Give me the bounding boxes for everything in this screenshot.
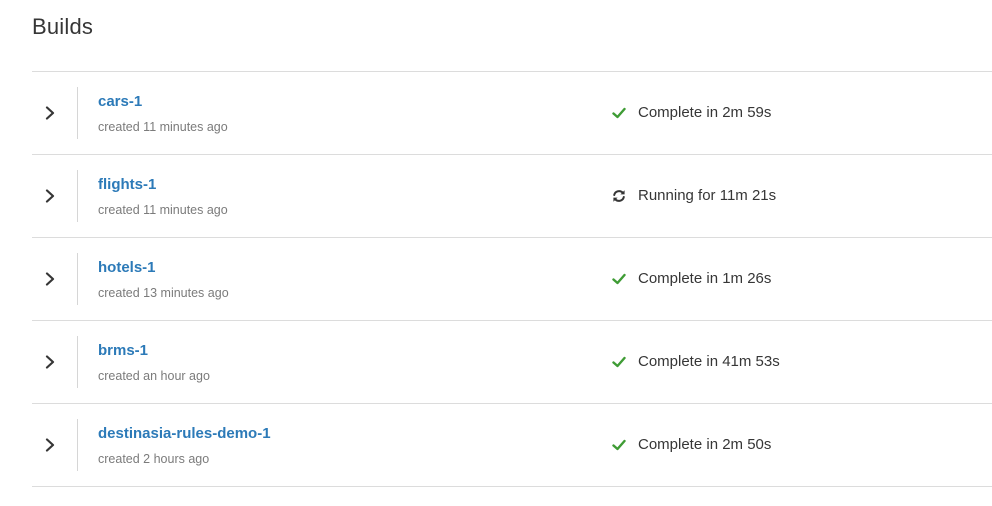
build-status: Complete in 1m 26s (611, 270, 771, 287)
build-row: hotels-1 created 13 minutes ago Complete… (32, 238, 992, 321)
build-status: Running for 11m 21s (611, 187, 776, 204)
build-row: destinasia-rules-demo-1 created 2 hours … (32, 404, 992, 487)
row-divider (77, 419, 78, 471)
page-title: Builds (32, 14, 94, 39)
build-list: cars-1 created 11 minutes ago Complete i… (32, 71, 992, 487)
build-created-time: created an hour ago (98, 369, 210, 383)
build-created-time: created 11 minutes ago (98, 203, 228, 217)
build-status-text: Complete in 1m 26s (638, 270, 772, 287)
chevron-right-icon[interactable] (40, 432, 60, 458)
build-created-time: created 13 minutes ago (98, 286, 229, 300)
build-created-time: created 11 minutes ago (98, 120, 228, 134)
build-status-text: Complete in 2m 59s (638, 104, 772, 121)
build-name-link[interactable]: flights-1 (98, 176, 156, 193)
row-divider (77, 87, 78, 139)
build-name-link[interactable]: destinasia-rules-demo-1 (98, 425, 271, 442)
check-icon (611, 437, 627, 453)
build-row: flights-1 created 11 minutes ago Running… (32, 155, 992, 238)
chevron-right-icon[interactable] (40, 100, 60, 126)
build-status: Complete in 2m 50s (611, 436, 771, 453)
build-name-link[interactable]: hotels-1 (98, 259, 156, 276)
build-status-text: Complete in 41m 53s (638, 353, 780, 370)
build-name-link[interactable]: cars-1 (98, 93, 142, 110)
build-row: brms-1 created an hour ago Complete in 4… (32, 321, 992, 404)
check-icon (611, 271, 627, 287)
row-divider (77, 336, 78, 388)
build-status: Complete in 41m 53s (611, 353, 780, 370)
check-icon (611, 354, 627, 370)
chevron-right-icon[interactable] (40, 183, 60, 209)
build-status-text: Complete in 2m 50s (638, 436, 772, 453)
check-icon (611, 105, 627, 121)
build-row: cars-1 created 11 minutes ago Complete i… (32, 72, 992, 155)
build-status-text: Running for 11m 21s (638, 187, 777, 204)
chevron-right-icon[interactable] (40, 266, 60, 292)
refresh-icon (611, 188, 627, 204)
build-created-time: created 2 hours ago (98, 452, 210, 466)
build-name-link[interactable]: brms-1 (98, 342, 148, 359)
chevron-right-icon[interactable] (40, 349, 60, 375)
row-divider (77, 253, 78, 305)
row-divider (77, 170, 78, 222)
build-status: Complete in 2m 59s (611, 104, 771, 121)
